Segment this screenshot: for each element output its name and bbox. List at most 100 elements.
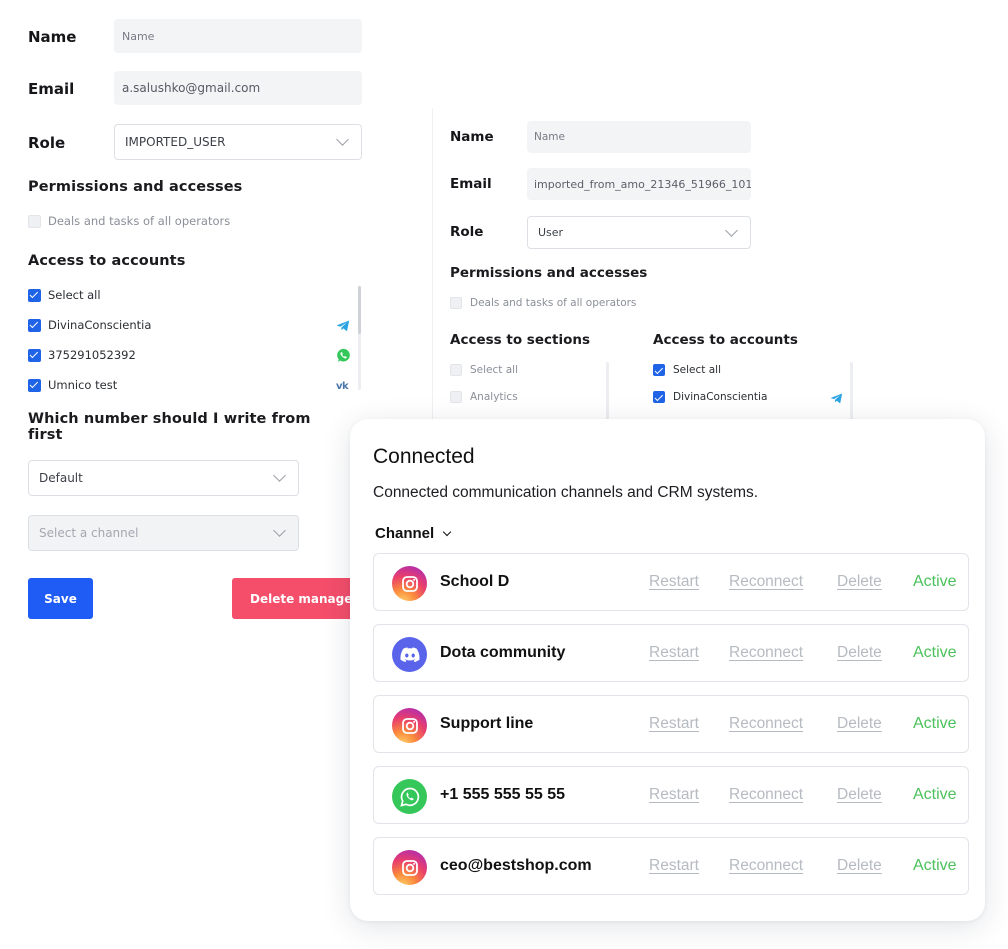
telegram-icon <box>830 393 843 404</box>
channel-row: School D Restart Reconnect Delete Active <box>373 553 969 611</box>
account-label: Umnico test <box>48 378 118 392</box>
reconnect-link[interactable]: Reconnect <box>729 696 803 752</box>
checkbox-checked-icon <box>28 378 41 392</box>
account-label: DivinaConscientia <box>48 318 152 332</box>
channel-row: Dota community Restart Reconnect Delete … <box>373 624 969 682</box>
role-select[interactable]: IMPORTED_USER <box>114 124 362 160</box>
account-select-all[interactable]: Select all <box>653 364 721 376</box>
chevron-down-icon <box>273 524 286 537</box>
name-input[interactable]: Name <box>114 19 362 53</box>
checkbox-checked-icon <box>653 364 665 376</box>
channel-select[interactable]: Select a channel <box>28 515 299 551</box>
account-item[interactable]: Umnico test <box>28 378 117 392</box>
name-input[interactable]: Name <box>527 121 751 153</box>
restart-link[interactable]: Restart <box>649 767 699 823</box>
account-label: 375291052392 <box>48 348 136 362</box>
section-select-all[interactable]: Select all <box>450 364 518 376</box>
number-question-line1: Which number should I write from <box>28 411 311 427</box>
account-item[interactable]: DivinaConscientia <box>653 391 767 403</box>
checkbox-icon <box>450 297 462 309</box>
channel-name: Support line <box>440 715 534 732</box>
accounts-title: Access to accounts <box>653 332 798 348</box>
checkbox-icon <box>450 391 462 403</box>
account-item[interactable]: 375291052392 <box>28 348 136 362</box>
accounts-scrollbar-thumb[interactable] <box>358 286 361 334</box>
account-label: Select all <box>673 364 721 376</box>
chevron-down-icon <box>273 469 286 482</box>
role-select[interactable]: User <box>527 216 751 249</box>
checkbox-checked-icon <box>28 318 41 332</box>
number-order-value: Default <box>39 471 83 485</box>
channel-name: School D <box>440 573 510 590</box>
restart-link[interactable]: Restart <box>649 696 699 752</box>
channel-name: Dota community <box>440 644 566 661</box>
section-item[interactable]: Analytics <box>450 391 518 403</box>
number-question-line2: first <box>28 427 63 443</box>
delete-manager-button[interactable]: Delete manager <box>232 578 362 619</box>
name-label: Name <box>450 129 494 145</box>
status-badge: Active <box>913 857 957 874</box>
whatsapp-icon <box>337 348 350 362</box>
reconnect-link[interactable]: Reconnect <box>729 554 803 610</box>
delete-link[interactable]: Delete <box>837 554 882 610</box>
channel-header-label: Channel <box>375 525 435 542</box>
role-label: Role <box>450 224 484 240</box>
channel-row: +1 555 555 55 55 Restart Reconnect Delet… <box>373 766 969 824</box>
checkbox-icon <box>28 214 41 228</box>
checkbox-checked-icon <box>653 391 665 403</box>
save-button[interactable]: Save <box>28 578 93 619</box>
sections-scrollbar[interactable] <box>606 362 609 420</box>
email-label: Email <box>450 176 492 192</box>
status-badge: Active <box>913 786 957 803</box>
channel-row: ceo@bestshop.com Restart Reconnect Delet… <box>373 837 969 895</box>
checkbox-icon <box>450 364 462 376</box>
discord-icon <box>392 637 427 672</box>
instagram-icon <box>392 850 427 885</box>
email-input[interactable]: imported_from_amo_21346_51966_101 <box>527 168 751 200</box>
reconnect-link[interactable]: Reconnect <box>729 838 803 894</box>
connected-title: Connected <box>373 445 475 468</box>
delete-link[interactable]: Delete <box>837 696 882 752</box>
connected-subtitle: Connected communication channels and CRM… <box>373 484 759 501</box>
deals-permission-checkbox[interactable]: Deals and tasks of all operators <box>28 214 230 228</box>
accounts-title: Access to accounts <box>28 253 186 269</box>
number-order-select[interactable]: Default <box>28 460 299 496</box>
restart-link[interactable]: Restart <box>649 625 699 681</box>
telegram-icon <box>336 320 350 332</box>
checkbox-checked-icon <box>28 288 41 302</box>
instagram-icon <box>392 708 427 743</box>
role-label: Role <box>28 134 66 152</box>
sections-title: Access to sections <box>450 332 591 348</box>
accounts-scrollbar[interactable] <box>850 362 853 420</box>
restart-link[interactable]: Restart <box>649 554 699 610</box>
role-select-value: User <box>538 226 564 239</box>
restart-link[interactable]: Restart <box>649 838 699 894</box>
status-badge: Active <box>913 644 957 661</box>
channel-name: +1 555 555 55 55 <box>440 786 566 803</box>
channel-select-placeholder: Select a channel <box>39 526 139 540</box>
vk-icon: vk <box>336 381 349 392</box>
name-label: Name <box>28 28 77 46</box>
chevron-down-icon <box>725 223 738 237</box>
whatsapp-icon <box>392 779 427 814</box>
channel-name: ceo@bestshop.com <box>440 857 592 874</box>
account-label: DivinaConscientia <box>673 391 768 403</box>
delete-link[interactable]: Delete <box>837 767 882 823</box>
status-badge: Active <box>913 715 957 732</box>
channel-sort-header[interactable]: Channel <box>375 525 452 542</box>
number-question-title: Which number should I write from first <box>28 411 311 443</box>
permissions-title: Permissions and accesses <box>28 179 243 195</box>
deals-permission-label: Deals and tasks of all operators <box>48 214 231 228</box>
email-input[interactable]: a.salushko@gmail.com <box>114 71 362 105</box>
checkbox-checked-icon <box>28 348 41 362</box>
delete-link[interactable]: Delete <box>837 625 882 681</box>
reconnect-link[interactable]: Reconnect <box>729 625 803 681</box>
chevron-down-icon <box>442 527 452 537</box>
role-select-value: IMPORTED_USER <box>125 135 226 149</box>
deals-permission-checkbox[interactable]: Deals and tasks of all operators <box>450 297 636 309</box>
account-select-all[interactable]: Select all <box>28 288 101 302</box>
reconnect-link[interactable]: Reconnect <box>729 767 803 823</box>
section-label: Select all <box>470 364 518 376</box>
delete-link[interactable]: Delete <box>837 838 882 894</box>
account-item[interactable]: DivinaConscientia <box>28 318 151 332</box>
